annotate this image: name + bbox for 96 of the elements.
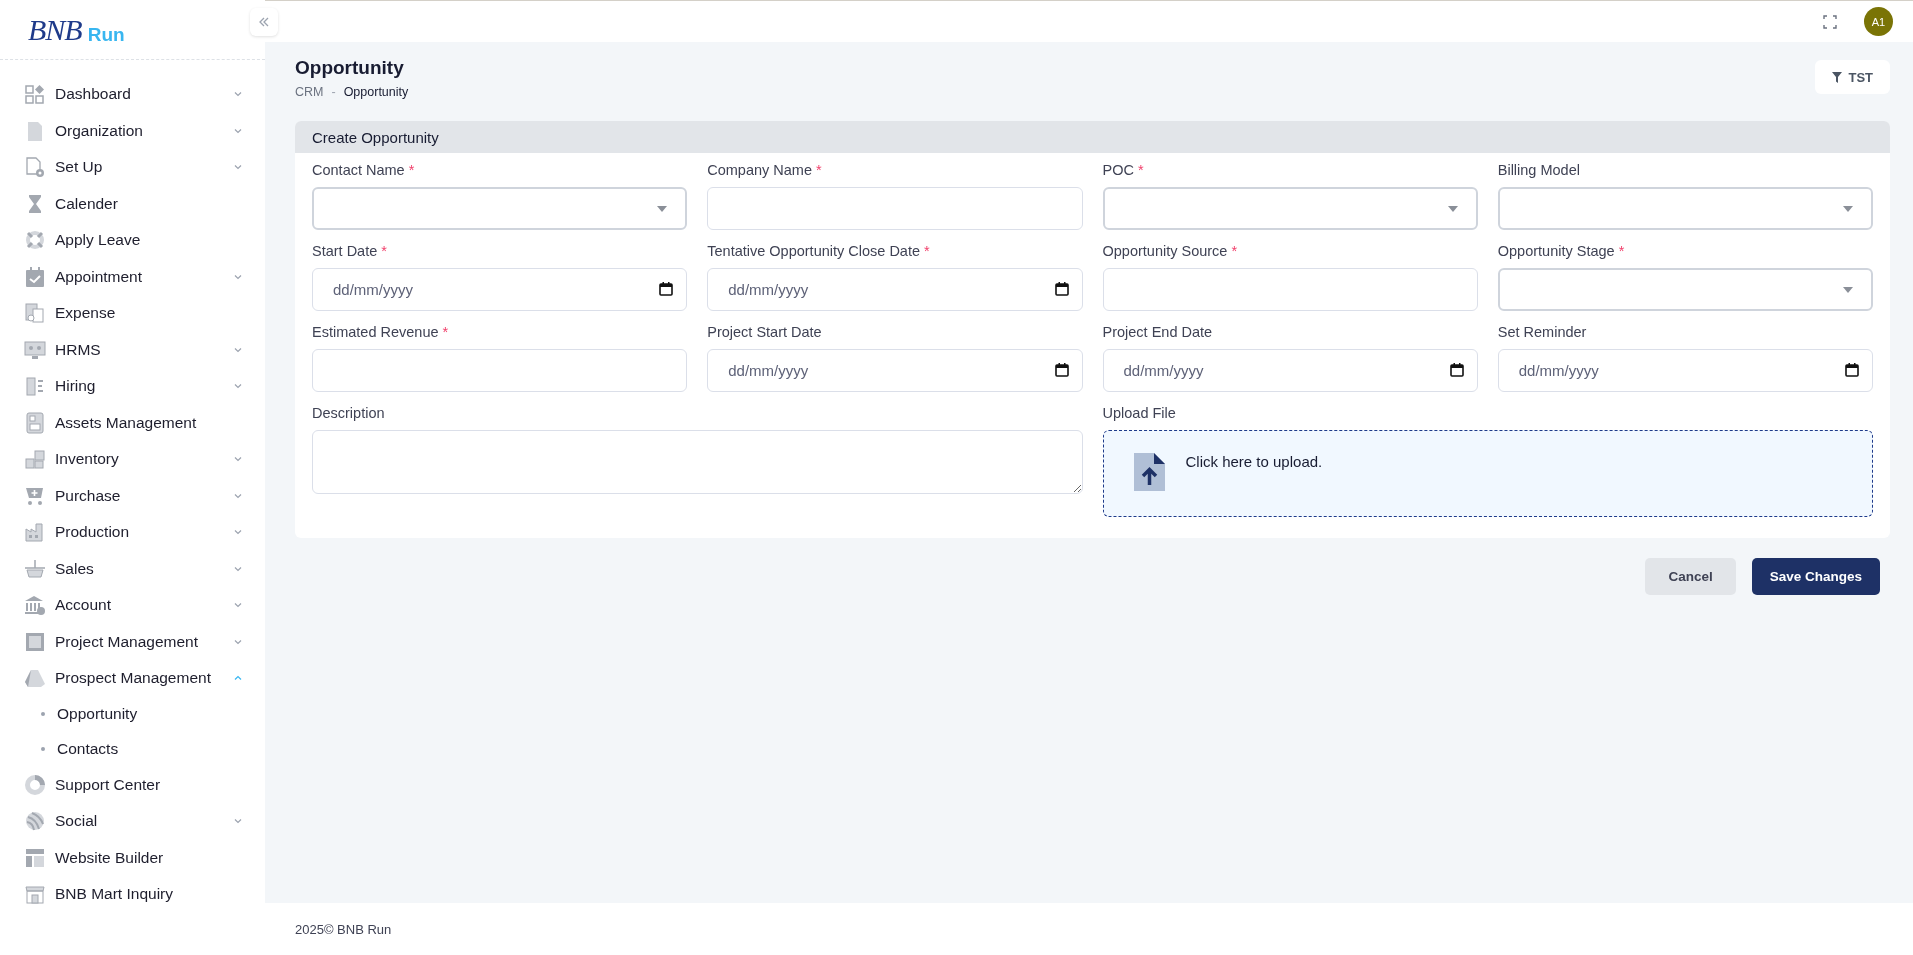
layout-icon bbox=[24, 846, 46, 869]
field-label: Tentative Opportunity Close Date * bbox=[707, 243, 931, 260]
sidebar-item[interactable]: Hiring bbox=[0, 368, 265, 405]
sidebar-item[interactable]: Appointment bbox=[0, 258, 265, 295]
field-label: Estimated Revenue * bbox=[312, 324, 450, 341]
dropdown-arrow-icon bbox=[1843, 286, 1853, 293]
date-field[interactable]: dd/mm/yyyy bbox=[312, 268, 688, 311]
select-field[interactable] bbox=[1102, 187, 1478, 230]
date-field[interactable]: dd/mm/yyyy bbox=[1102, 349, 1478, 392]
bank-icon bbox=[24, 594, 46, 617]
sidebar-item[interactable]: Website Builder bbox=[0, 839, 265, 876]
field-label: Start Date * bbox=[312, 243, 388, 260]
sidebar-item[interactable]: BNB Mart Inquiry bbox=[0, 876, 265, 913]
field-label: Company Name * bbox=[707, 162, 823, 179]
sidebar-item[interactable]: Social bbox=[0, 803, 265, 840]
select-field[interactable] bbox=[312, 187, 688, 230]
date-field[interactable]: dd/mm/yyyy bbox=[1497, 349, 1873, 392]
dropdown-arrow-icon bbox=[657, 205, 668, 212]
document-gear-icon bbox=[24, 156, 46, 179]
basket-icon bbox=[24, 557, 46, 580]
logo-text: Run bbox=[87, 23, 125, 46]
sidebar-item[interactable]: Assets Management bbox=[0, 404, 265, 441]
field-label: Billing Model bbox=[1497, 162, 1581, 179]
calendar-icon bbox=[1054, 363, 1069, 377]
dropdown-arrow-icon bbox=[1447, 205, 1458, 212]
field-label: Upload File bbox=[1102, 405, 1177, 422]
fullscreen-icon[interactable] bbox=[1823, 14, 1837, 29]
calendar-icon bbox=[1054, 282, 1069, 296]
calendar-icon bbox=[1449, 363, 1464, 377]
double-chevron-icon bbox=[258, 16, 270, 27]
field-label: Project End Date bbox=[1102, 324, 1214, 341]
sidebar-item[interactable]: Apply Leave bbox=[0, 222, 265, 259]
logo-mark: BNB bbox=[28, 12, 82, 47]
card-header: Create Opportunity bbox=[295, 121, 1890, 153]
dropdown-arrow-icon bbox=[1843, 205, 1853, 212]
calendar-icon bbox=[1845, 363, 1859, 377]
boxes-icon bbox=[24, 448, 46, 471]
page-title: Opportunity bbox=[295, 57, 405, 79]
calendar-icon bbox=[659, 282, 674, 296]
sidebar-item[interactable]: Support Center bbox=[0, 766, 265, 803]
breadcrumb-separator: - bbox=[331, 85, 336, 99]
sidebar-item[interactable]: Inventory bbox=[0, 441, 265, 478]
input-field[interactable] bbox=[1102, 268, 1478, 311]
field-label: Opportunity Stage * bbox=[1497, 243, 1626, 260]
sidebar-item[interactable]: Production bbox=[0, 514, 265, 551]
field-label: Opportunity Source * bbox=[1102, 243, 1239, 260]
sidebar-item[interactable]: Project Management bbox=[0, 623, 265, 660]
input-field[interactable] bbox=[312, 349, 688, 392]
filter-icon bbox=[1832, 71, 1843, 83]
collapse-sidebar-button[interactable] bbox=[250, 7, 278, 36]
striped-circle-icon bbox=[24, 810, 46, 833]
sidebar-item[interactable]: Set Up bbox=[0, 149, 265, 186]
field-label: Description bbox=[312, 405, 386, 422]
sidebar-item[interactable]: Prospect Management bbox=[0, 660, 265, 697]
user-avatar[interactable]: A1 bbox=[1864, 7, 1893, 36]
sidebar-item[interactable]: Calender bbox=[0, 185, 265, 222]
field-label: Set Reminder bbox=[1497, 324, 1588, 341]
upload-dropzone[interactable]: Click here to upload. bbox=[1102, 430, 1873, 517]
select-field[interactable] bbox=[1497, 268, 1873, 311]
cancel-button[interactable]: Cancel bbox=[1645, 558, 1736, 595]
sidebar-item[interactable]: Account bbox=[0, 587, 265, 624]
factory-icon bbox=[24, 521, 46, 544]
sidebar-item[interactable]: Sales bbox=[0, 550, 265, 587]
field-label: Project Start Date bbox=[707, 324, 823, 341]
grid-icon bbox=[24, 83, 46, 106]
breadcrumb-item[interactable]: CRM bbox=[295, 85, 324, 99]
sidebar-subitem[interactable]: Contacts bbox=[0, 731, 265, 767]
sidebar-item[interactable]: Dashboard bbox=[0, 76, 265, 113]
upload-prompt: Click here to upload. bbox=[1185, 453, 1323, 470]
description-field[interactable] bbox=[312, 430, 1083, 494]
input-field[interactable] bbox=[707, 187, 1083, 230]
receipt-icon bbox=[24, 302, 46, 325]
save-button[interactable]: Save Changes bbox=[1751, 558, 1880, 595]
list-icon bbox=[24, 375, 46, 398]
date-field[interactable]: dd/mm/yyyy bbox=[707, 349, 1083, 392]
field-label: POC * bbox=[1102, 162, 1145, 179]
file-upload-icon bbox=[1133, 453, 1166, 491]
triangle-icon bbox=[24, 667, 46, 690]
sidebar-item[interactable]: Purchase bbox=[0, 477, 265, 514]
field-label: Contact Name * bbox=[312, 162, 416, 179]
storefront-icon bbox=[24, 883, 46, 906]
filter-button[interactable]: TST bbox=[1815, 60, 1890, 94]
footer-text: 2025© BNB Run bbox=[265, 903, 1913, 955]
lifebuoy-icon bbox=[24, 229, 46, 252]
breadcrumb-item: Opportunity bbox=[343, 85, 409, 99]
sidebar-item[interactable]: Expense bbox=[0, 295, 265, 332]
form-icon bbox=[24, 411, 46, 434]
donut-icon bbox=[24, 773, 46, 796]
sidebar-item[interactable]: HRMS bbox=[0, 331, 265, 368]
select-field[interactable] bbox=[1497, 187, 1873, 230]
sidebar-item[interactable]: Organization bbox=[0, 112, 265, 149]
sidebar-subitem[interactable]: Opportunity bbox=[0, 696, 265, 732]
frame-icon bbox=[24, 630, 46, 653]
calendar-check-icon bbox=[24, 265, 46, 288]
date-field[interactable]: dd/mm/yyyy bbox=[707, 268, 1083, 311]
monitor-icon bbox=[24, 338, 46, 361]
